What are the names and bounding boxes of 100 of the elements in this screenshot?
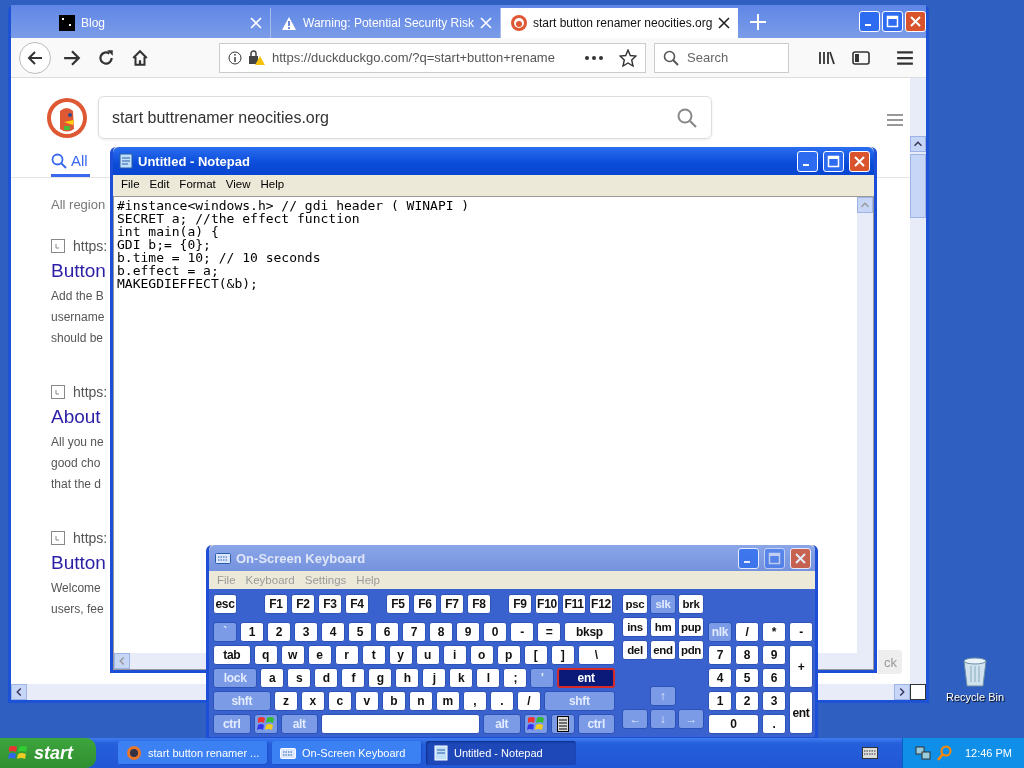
keycap[interactable]: F5 <box>386 594 410 614</box>
result-title[interactable]: About <box>51 406 101 428</box>
keycap[interactable]: tab <box>213 645 251 665</box>
keycap[interactable]: u <box>415 645 440 665</box>
keycap[interactable]: k <box>449 668 474 688</box>
minimize-button[interactable] <box>738 547 759 569</box>
taskbar-button[interactable]: start button renamer ... <box>118 741 268 765</box>
keycap[interactable]: i <box>442 645 467 665</box>
keycap[interactable]: 4 <box>708 668 732 688</box>
keycap[interactable]: 8 <box>735 645 759 665</box>
keycap[interactable]: F2 <box>291 594 315 614</box>
menu-item[interactable]: Format <box>174 178 221 190</box>
result-url[interactable]: https: <box>73 530 108 546</box>
keycap[interactable]: 6 <box>375 622 399 642</box>
keycap[interactable]: F6 <box>413 594 437 614</box>
keycap[interactable]: F7 <box>440 594 464 614</box>
scroll-thumb[interactable] <box>910 154 926 218</box>
keycap[interactable]: 8 <box>429 622 453 642</box>
result-url[interactable]: https: <box>73 238 108 254</box>
address-bar[interactable]: https://duckduckgo.com/?q=start+button+rename <box>219 42 646 73</box>
keycap[interactable]: + <box>789 645 813 688</box>
keyboard-icon[interactable] <box>861 747 878 759</box>
star-icon[interactable] <box>619 48 637 67</box>
minimize-button[interactable] <box>797 150 818 172</box>
forward-arrow-icon[interactable] <box>63 48 81 67</box>
menu-key[interactable] <box>550 714 575 734</box>
scroll-up-button[interactable] <box>910 136 926 152</box>
minimize-button[interactable] <box>859 10 880 32</box>
network-icon[interactable] <box>914 745 931 761</box>
search-icon[interactable] <box>677 107 697 128</box>
scroll-right-button[interactable] <box>894 684 910 700</box>
keycap[interactable]: z <box>273 691 298 711</box>
maximize-button[interactable] <box>882 10 903 32</box>
keycap[interactable]: - <box>510 622 534 642</box>
keycap[interactable]: F12 <box>589 594 613 614</box>
keycap[interactable]: l <box>476 668 501 688</box>
keycap[interactable]: hm <box>650 617 676 637</box>
keycap[interactable]: \ <box>577 645 615 665</box>
keycap[interactable]: e <box>307 645 332 665</box>
maximize-button[interactable] <box>823 150 844 172</box>
keycap[interactable]: F9 <box>508 594 532 614</box>
keycap[interactable]: F4 <box>345 594 369 614</box>
result-title[interactable]: Button <box>51 260 106 282</box>
search-field[interactable]: start buttrenamer neocities.org <box>110 107 677 128</box>
keycap[interactable]: ins <box>622 617 648 637</box>
more-icon[interactable] <box>585 55 603 60</box>
space-key[interactable] <box>321 714 480 734</box>
taskbar-button[interactable]: On-Screen Keyboard <box>272 741 422 765</box>
menu-item[interactable]: File <box>116 178 145 190</box>
keycap[interactable]: y <box>388 645 413 665</box>
keycap[interactable]: w <box>280 645 305 665</box>
search-bar[interactable]: start buttrenamer neocities.org <box>98 96 712 139</box>
keycap[interactable]: . <box>489 691 514 711</box>
keycap[interactable]: end <box>650 640 676 660</box>
keycap[interactable]: s <box>287 668 312 688</box>
keycap[interactable]: 2 <box>735 691 759 711</box>
result-url[interactable]: https: <box>73 384 108 400</box>
keycap[interactable]: del <box>622 640 648 660</box>
keycap[interactable]: r <box>334 645 359 665</box>
menu-item[interactable]: Help <box>255 178 290 190</box>
keycap[interactable]: 7 <box>402 622 426 642</box>
keycap[interactable]: f <box>341 668 366 688</box>
keycap[interactable]: F1 <box>264 594 288 614</box>
recycle-bin-icon[interactable] <box>962 655 988 687</box>
keycap[interactable]: 9 <box>456 622 480 642</box>
lock-warning-icon[interactable] <box>248 49 266 66</box>
keycap[interactable]: 5 <box>735 668 759 688</box>
keycap[interactable]: h <box>395 668 420 688</box>
keycap[interactable]: . <box>762 714 786 734</box>
keycap[interactable]: b <box>381 691 406 711</box>
menu-item[interactable]: Edit <box>144 178 175 190</box>
keycap[interactable]: F11 <box>562 594 586 614</box>
keycap[interactable]: d <box>314 668 339 688</box>
keycap[interactable]: 3 <box>762 691 786 711</box>
keycap[interactable]: p <box>496 645 521 665</box>
keycap[interactable]: esc <box>213 594 237 614</box>
keycap[interactable]: 0 <box>483 622 507 642</box>
keycap[interactable]: c <box>327 691 352 711</box>
keycap[interactable]: 0 <box>708 714 759 734</box>
keycap[interactable]: g <box>368 668 393 688</box>
windows-key[interactable] <box>523 714 548 734</box>
keycap[interactable]: j <box>422 668 447 688</box>
browser-tab[interactable]: start button renamer neocities.org <box>500 8 739 38</box>
keycap[interactable]: 1 <box>708 691 732 711</box>
keycap[interactable]: m <box>435 691 460 711</box>
search-field[interactable]: Search <box>685 49 775 66</box>
region-filter[interactable]: All region <box>51 197 106 212</box>
keycap[interactable]: - <box>789 622 813 642</box>
taskbar-button[interactable]: Untitled - Notepad <box>426 741 576 765</box>
reload-icon[interactable] <box>97 48 115 67</box>
keycap[interactable]: pdn <box>678 640 704 660</box>
close-button[interactable] <box>849 150 870 172</box>
keycap[interactable]: a <box>260 668 285 688</box>
keycap[interactable]: ent <box>789 691 813 734</box>
keycap[interactable]: / <box>735 622 759 642</box>
keycap[interactable]: q <box>253 645 278 665</box>
back-button[interactable] <box>19 41 51 74</box>
keycap[interactable]: 3 <box>294 622 318 642</box>
scroll-left-button[interactable] <box>11 684 27 700</box>
keycap[interactable]: 4 <box>321 622 345 642</box>
